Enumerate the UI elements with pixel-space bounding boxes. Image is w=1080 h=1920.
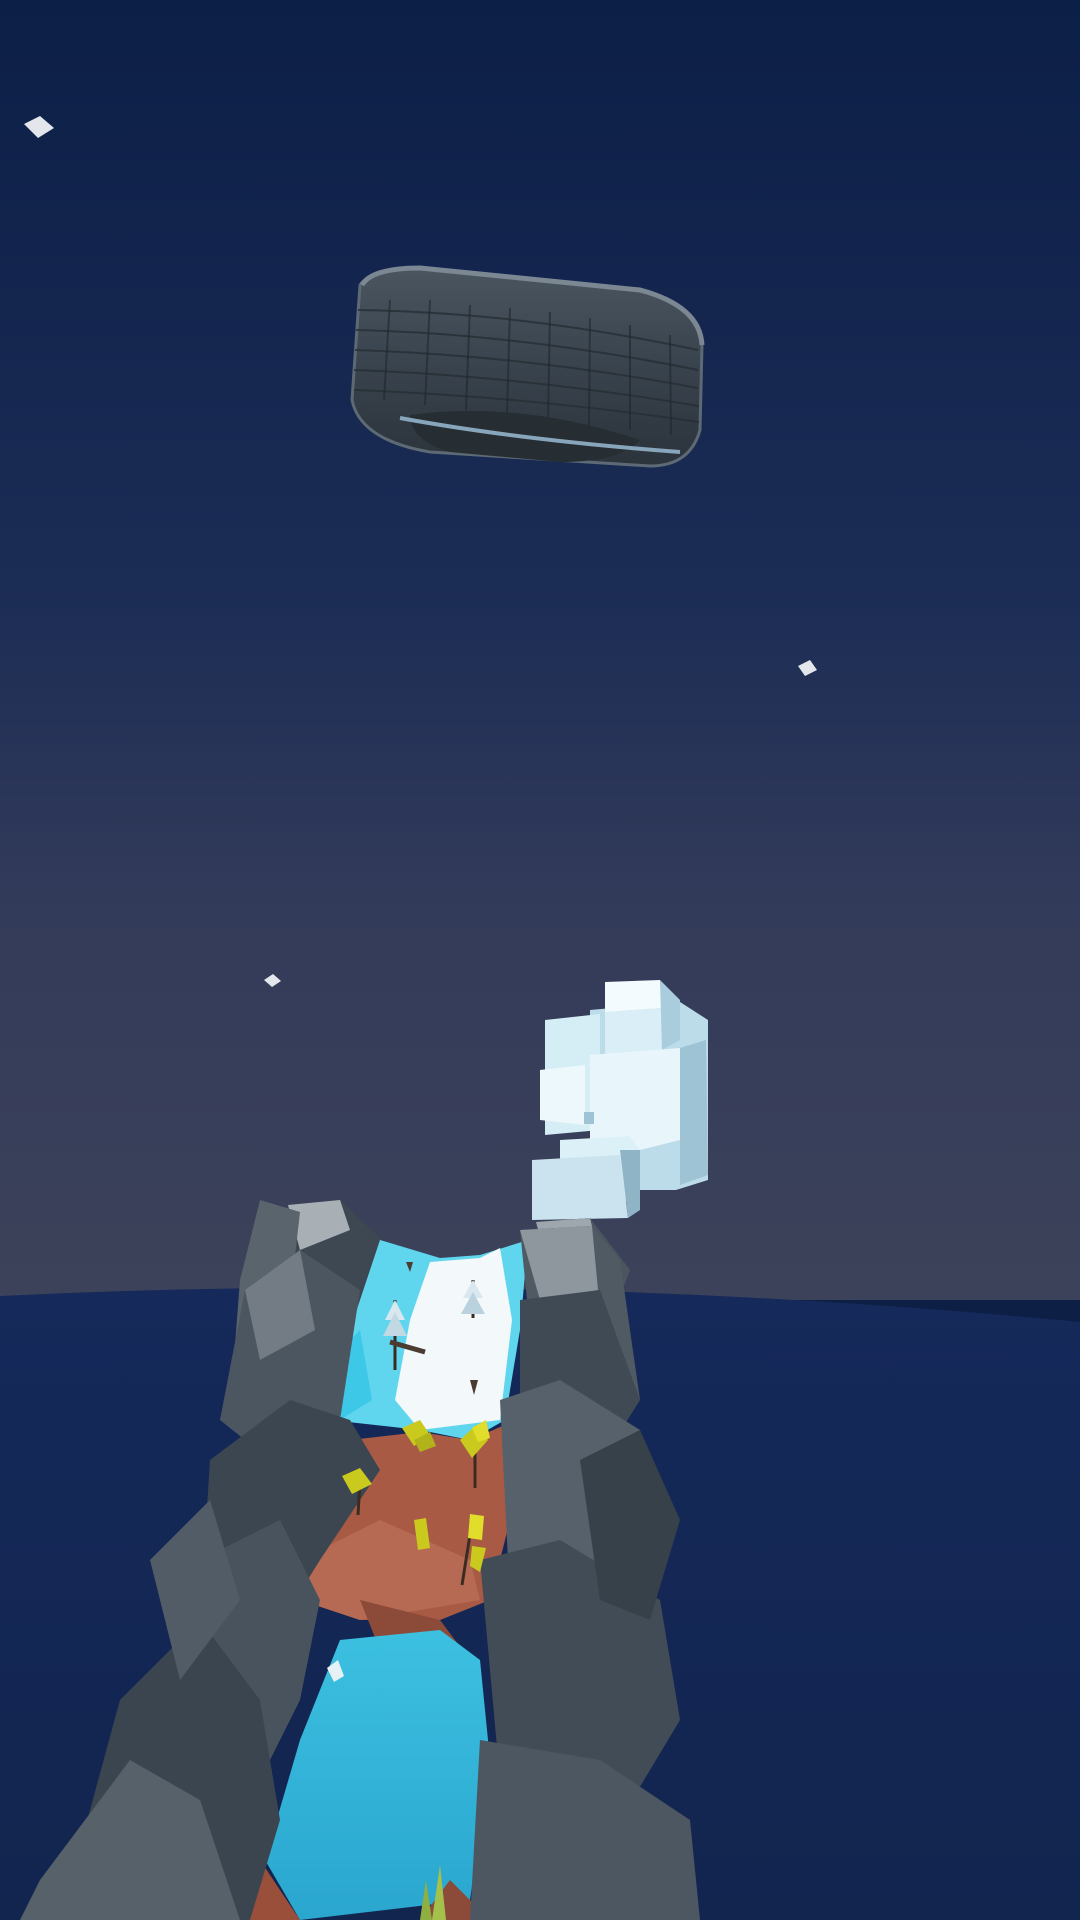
tire[interactable] (350, 265, 705, 468)
game-scene[interactable] (0, 0, 1080, 1920)
